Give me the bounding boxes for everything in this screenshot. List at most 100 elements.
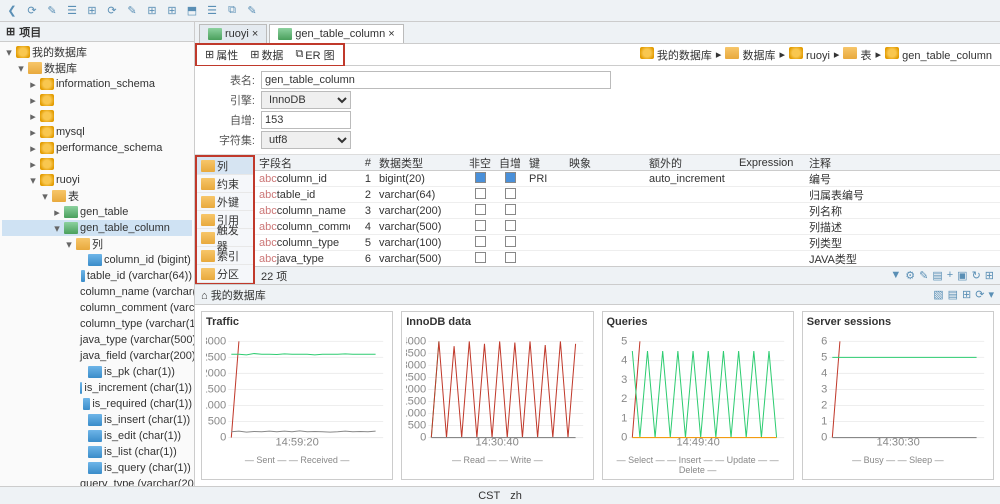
toolbar-icon[interactable]: ❮ [4, 3, 20, 19]
main-toolbar: ❮⟳✎☰⊞⟳✎⊞⊞⬒☰⧉✎ [0, 0, 1000, 22]
prop-name-input[interactable] [261, 71, 611, 89]
svg-text:4000: 4000 [406, 335, 426, 347]
tree-item[interactable]: is_insert (char(1)) [2, 412, 192, 428]
tree-item[interactable]: ▸performance_schema [2, 140, 192, 156]
tree-item[interactable]: ▸ [2, 156, 192, 172]
toolbar-icon[interactable]: ✎ [244, 3, 260, 19]
tree-item[interactable]: table_id (varchar(64)) [2, 268, 192, 284]
table-properties: 表名: 引擎:InnoDB 自增: 字符集:utf8 [195, 66, 1000, 155]
svg-text:2500: 2500 [406, 371, 426, 383]
column-header[interactable]: 映象 [565, 155, 645, 171]
prop-charset-select[interactable]: utf8 [261, 131, 351, 149]
table-row[interactable]: abccolumn_id1bigint(20)PRIauto_increment… [255, 171, 1000, 187]
dashboard-icon: ⌂ [201, 290, 208, 302]
column-header[interactable]: 键 [525, 155, 565, 171]
tree-item[interactable]: column_id (bigint) [2, 252, 192, 268]
table-row[interactable]: abcjava_type6varchar(500)JAVA类型 [255, 251, 1000, 266]
tree-item[interactable]: ▾数据库 [2, 60, 192, 76]
toolbar-icon[interactable]: ⊞ [84, 3, 100, 19]
chart-title: Traffic [206, 316, 388, 328]
column-header[interactable]: 注释 [805, 155, 1000, 171]
tree-item[interactable]: ▸information_schema [2, 76, 192, 92]
column-header[interactable]: Expression [735, 157, 805, 169]
tree-item[interactable]: column_name (varchar(200)) [2, 284, 192, 300]
dashboard-tools[interactable]: ▧▤⊞⟳▾ [933, 288, 994, 301]
project-tree[interactable]: ▾我的数据库▾数据库▸information_schema▸▸▸mysql▸pe… [0, 42, 194, 486]
column-header[interactable]: 非空 [465, 155, 495, 171]
svg-text:1500: 1500 [206, 384, 226, 396]
editor-tab[interactable]: gen_table_column× [269, 24, 403, 43]
tree-item[interactable]: ▾列 [2, 236, 192, 252]
tree-item[interactable]: ▾gen_table_column [2, 220, 192, 236]
grid-header: 字段名#数据类型非空自增键映象额外的Expression注释 [255, 155, 1000, 171]
table-row[interactable]: abccolumn_name3varchar(200)列名称 [255, 203, 1000, 219]
side-nav-item[interactable]: 约束 [197, 175, 253, 193]
breadcrumb-item[interactable]: 数据库 [725, 47, 775, 63]
breadcrumb-item[interactable]: gen_table_column [885, 47, 992, 62]
column-header[interactable]: # [350, 157, 375, 169]
tree-item[interactable]: is_pk (char(1)) [2, 364, 192, 380]
table-row[interactable]: abccolumn_comment4varchar(500)列描述 [255, 219, 1000, 235]
sub-tabs: ⊞属性⊞数据⧉ER 图 [195, 43, 345, 67]
side-nav-item[interactable]: 列 [197, 157, 253, 175]
breadcrumb-item[interactable]: 我的数据库 [640, 47, 712, 63]
toolbar-icon[interactable]: ☰ [64, 3, 80, 19]
table-row[interactable]: abctable_id2varchar(64)归属表编号 [255, 187, 1000, 203]
tree-item[interactable]: column_comment (varchar(500)) [2, 300, 192, 316]
side-nav-item[interactable]: 分区 [197, 265, 253, 283]
close-icon: × [388, 28, 394, 40]
svg-text:5: 5 [621, 335, 627, 347]
toolbar-icon[interactable]: ⊞ [164, 3, 180, 19]
sub-tab[interactable]: ⊞数据 [244, 45, 289, 65]
tree-item[interactable]: ▾ruoyi [2, 172, 192, 188]
tree-item[interactable]: ▾我的数据库 [2, 44, 192, 60]
toolbar-icon[interactable]: ✎ [44, 3, 60, 19]
chart-traffic: Traffic05001000150020002500300014:59:20—… [201, 311, 393, 480]
toolbar-icon[interactable]: ⧉ [224, 3, 240, 19]
editor-tab[interactable]: ruoyi× [199, 24, 267, 43]
tree-item[interactable]: ▸ [2, 92, 192, 108]
sub-tab[interactable]: ⊞属性 [199, 45, 244, 65]
tree-item[interactable]: is_increment (char(1)) [2, 380, 192, 396]
tree-item[interactable]: query_type (varchar(200)) [2, 476, 192, 486]
column-header[interactable]: 数据类型 [375, 155, 465, 171]
tree-item[interactable]: ▸mysql [2, 124, 192, 140]
toolbar-icon[interactable]: ✎ [124, 3, 140, 19]
side-nav-item[interactable]: 外键 [197, 193, 253, 211]
tree-item[interactable]: java_type (varchar(500)) [2, 332, 192, 348]
tree-item[interactable]: java_field (varchar(200)) [2, 348, 192, 364]
prop-autoinc-input[interactable] [261, 111, 351, 129]
tree-item[interactable]: ▸ [2, 108, 192, 124]
tree-item[interactable]: is_edit (char(1)) [2, 428, 192, 444]
tree-item[interactable]: is_required (char(1)) [2, 396, 192, 412]
column-header[interactable]: 自增 [495, 155, 525, 171]
sub-tab[interactable]: ⧉ER 图 [289, 45, 340, 65]
toolbar-icon[interactable]: ☰ [204, 3, 220, 19]
tree-item[interactable]: is_list (char(1)) [2, 444, 192, 460]
svg-text:14:49:40: 14:49:40 [676, 437, 719, 449]
row-count: 22 项 [261, 268, 287, 284]
svg-text:2: 2 [821, 400, 827, 412]
toolbar-icon[interactable]: ⊞ [144, 3, 160, 19]
side-nav-item[interactable]: 触发器 [197, 229, 253, 247]
grid-body[interactable]: abccolumn_id1bigint(20)PRIauto_increment… [255, 171, 1000, 266]
locale: zh [510, 490, 522, 502]
breadcrumb-item[interactable]: ruoyi [789, 47, 830, 62]
table-row[interactable]: abccolumn_type5varchar(100)列类型 [255, 235, 1000, 251]
toolbar-icon[interactable]: ⟳ [104, 3, 120, 19]
svg-text:3500: 3500 [406, 347, 426, 359]
svg-text:0: 0 [821, 432, 827, 444]
column-header[interactable]: 额外的 [645, 155, 735, 171]
column-header[interactable]: 字段名 [255, 155, 350, 171]
svg-text:6: 6 [821, 335, 827, 347]
tree-item[interactable]: column_type (varchar(100)) [2, 316, 192, 332]
project-panel: ⊞ 项目 ▾我的数据库▾数据库▸information_schema▸▸▸mys… [0, 22, 195, 486]
toolbar-icon[interactable]: ⬒ [184, 3, 200, 19]
tree-item[interactable]: ▸gen_table [2, 204, 192, 220]
tree-item[interactable]: is_query (char(1)) [2, 460, 192, 476]
prop-engine-select[interactable]: InnoDB [261, 91, 351, 109]
breadcrumb-item[interactable]: 表 [843, 47, 871, 63]
toolbar-icon[interactable]: ⟳ [24, 3, 40, 19]
grid-tools[interactable]: ▼⚙✎▤+▣↻⊞ [890, 269, 994, 282]
tree-item[interactable]: ▾表 [2, 188, 192, 204]
